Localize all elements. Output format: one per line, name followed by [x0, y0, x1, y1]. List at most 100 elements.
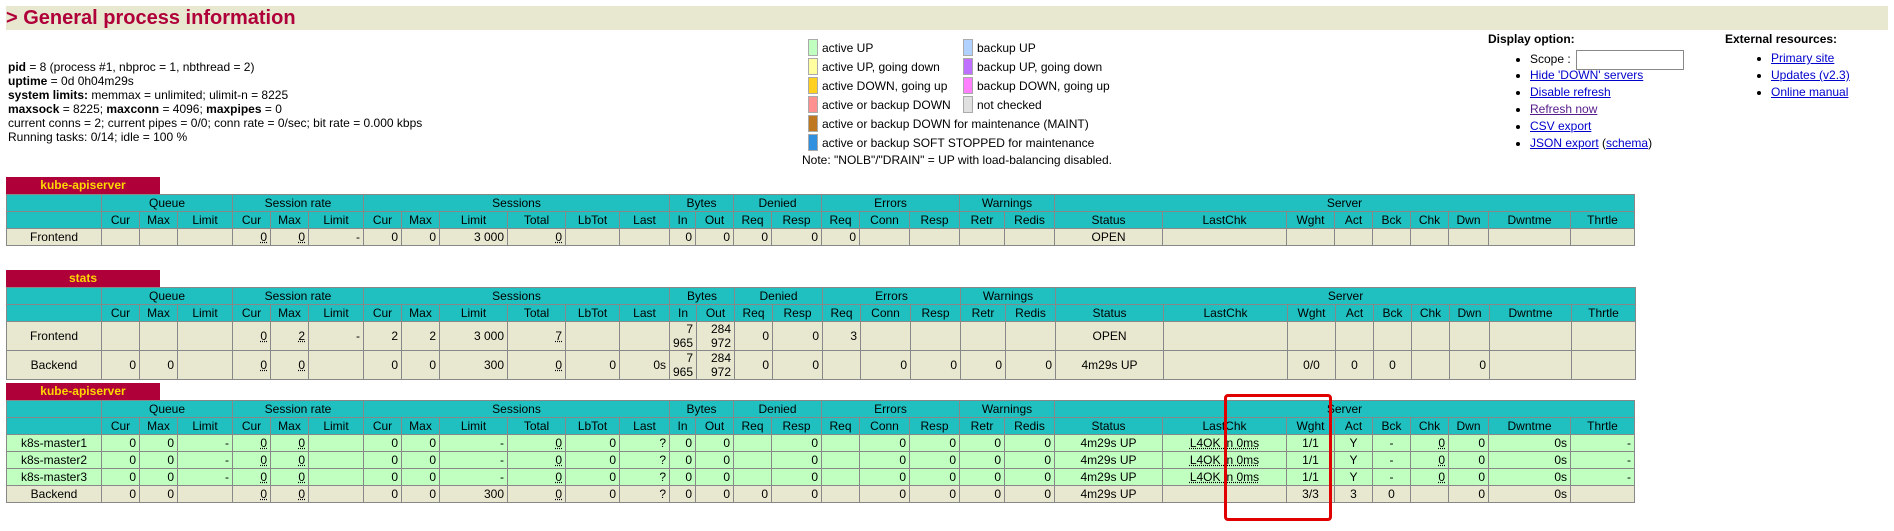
column-header: Redis: [1004, 211, 1055, 229]
column-header: Resp: [771, 417, 822, 435]
table-cell: 0: [771, 228, 822, 246]
table-cell: [177, 485, 233, 503]
column-header: Conn: [859, 417, 910, 435]
disable-refresh-link[interactable]: Disable refresh: [1530, 85, 1611, 99]
cell-value: 0: [298, 487, 305, 501]
column-header: Conn: [860, 304, 912, 322]
scope-label: Scope :: [1530, 52, 1575, 67]
column-header: Req: [821, 417, 860, 435]
column-header: Last: [619, 417, 670, 435]
column-header: Req: [733, 417, 772, 435]
cell-value: 0: [811, 487, 818, 501]
cell-value: 4m29s UP: [1080, 470, 1137, 484]
legend-label: backup DOWN, going up: [977, 78, 1110, 93]
column-group-header: Bytes: [669, 194, 734, 212]
cell-value: 0: [899, 470, 906, 484]
cell-value: 0: [391, 470, 398, 484]
legend-item: backup UP: [963, 38, 1110, 57]
table-cell: 2: [363, 321, 402, 351]
cell-value: 0: [949, 470, 956, 484]
syslimits-label: system limits:: [8, 88, 89, 102]
column-header: Bck: [1372, 211, 1411, 229]
table-cell: 0: [139, 468, 178, 486]
table-cell: 0s: [1488, 468, 1571, 486]
table-cell: 0/0: [1287, 350, 1337, 380]
row-name[interactable]: Frontend: [6, 321, 102, 351]
column-header: Wght: [1287, 304, 1337, 322]
cell-value: 0: [429, 453, 436, 467]
row-name[interactable]: k8s-master1: [6, 434, 102, 452]
table-cell: 0: [1449, 350, 1491, 380]
column-header: In: [669, 211, 696, 229]
column-header: Limit: [177, 304, 233, 322]
row-name[interactable]: Frontend: [6, 228, 102, 246]
table-cell: 0: [139, 350, 178, 380]
legend-label: backup UP: [977, 40, 1036, 55]
refresh-now-link[interactable]: Refresh now: [1530, 102, 1597, 116]
uptime-value: = 0d 0h04m29s: [47, 74, 134, 88]
table-cell: [822, 350, 862, 380]
table-cell: 0: [772, 350, 824, 380]
table-cell: 0: [363, 350, 402, 380]
cell-value: 0: [260, 329, 267, 343]
row-name[interactable]: Backend: [6, 485, 102, 503]
column-header: Max: [139, 211, 178, 229]
table-cell: ?: [619, 451, 670, 469]
column-header: Act: [1335, 304, 1375, 322]
row-name[interactable]: k8s-master2: [6, 451, 102, 469]
table-cell: [177, 350, 233, 380]
cell-value: -: [1627, 453, 1631, 467]
online-manual-link[interactable]: Online manual: [1771, 85, 1848, 99]
row-name[interactable]: k8s-master3: [6, 468, 102, 486]
cell-value: 0: [260, 487, 267, 501]
column-header: Resp: [772, 304, 824, 322]
table-cell: 0: [270, 451, 309, 469]
table-cell: OPEN: [1055, 321, 1165, 351]
cell-value: 0: [555, 453, 562, 467]
column-group-header: Bytes: [668, 287, 736, 305]
cell-value: 0: [812, 329, 820, 343]
cell-value: -: [356, 329, 360, 343]
table-cell: [1287, 321, 1337, 351]
table-cell: [1570, 228, 1635, 246]
table-cell: 0: [859, 468, 910, 486]
csv-export-link[interactable]: CSV export: [1530, 119, 1591, 133]
updates-link[interactable]: Updates (v2.3): [1771, 68, 1850, 82]
column-header: Conn: [859, 211, 910, 229]
table-cell: [1449, 321, 1491, 351]
table-cell: [959, 228, 1005, 246]
table-cell: [139, 321, 178, 351]
cell-value: 0: [609, 358, 616, 372]
schema-link[interactable]: schema: [1606, 136, 1648, 150]
display-heading: Display option:: [1488, 32, 1575, 46]
column-header: Max: [401, 417, 440, 435]
row-name[interactable]: Backend: [6, 350, 102, 380]
table-cell: [1571, 321, 1637, 351]
table-cell: 0: [363, 434, 402, 452]
column-header: Dwn: [1448, 211, 1489, 229]
cell-value: OPEN: [1092, 329, 1127, 343]
legend-label: active UP: [822, 40, 874, 55]
schema-paren-close: ): [1648, 136, 1653, 150]
cell-value: 0: [849, 230, 856, 244]
legend-swatch: [808, 96, 818, 113]
pid-value: = 8 (process #1, nbproc = 1, nbthread = …: [26, 60, 255, 74]
column-group-header: Errors: [821, 400, 960, 418]
table-cell: 0: [507, 228, 566, 246]
table-cell: [565, 321, 620, 351]
column-header: Max: [139, 417, 178, 435]
cell-value: 0: [298, 470, 305, 484]
legend-swatch: [808, 115, 818, 132]
json-export-link[interactable]: JSON export: [1530, 136, 1599, 150]
cell-value: 0: [555, 436, 562, 450]
column-header: Status: [1054, 417, 1163, 435]
table-cell: 0: [859, 451, 910, 469]
cell-value: 0: [950, 358, 958, 372]
column-group-header: Queue: [101, 194, 233, 212]
cell-value: 0: [1478, 453, 1485, 467]
hide-down-link[interactable]: Hide 'DOWN' servers: [1530, 68, 1643, 82]
table-cell: 0: [733, 485, 772, 503]
primary-site-link[interactable]: Primary site: [1771, 51, 1834, 65]
table-cell: OPEN: [1054, 228, 1163, 246]
cell-value: 0: [429, 470, 436, 484]
